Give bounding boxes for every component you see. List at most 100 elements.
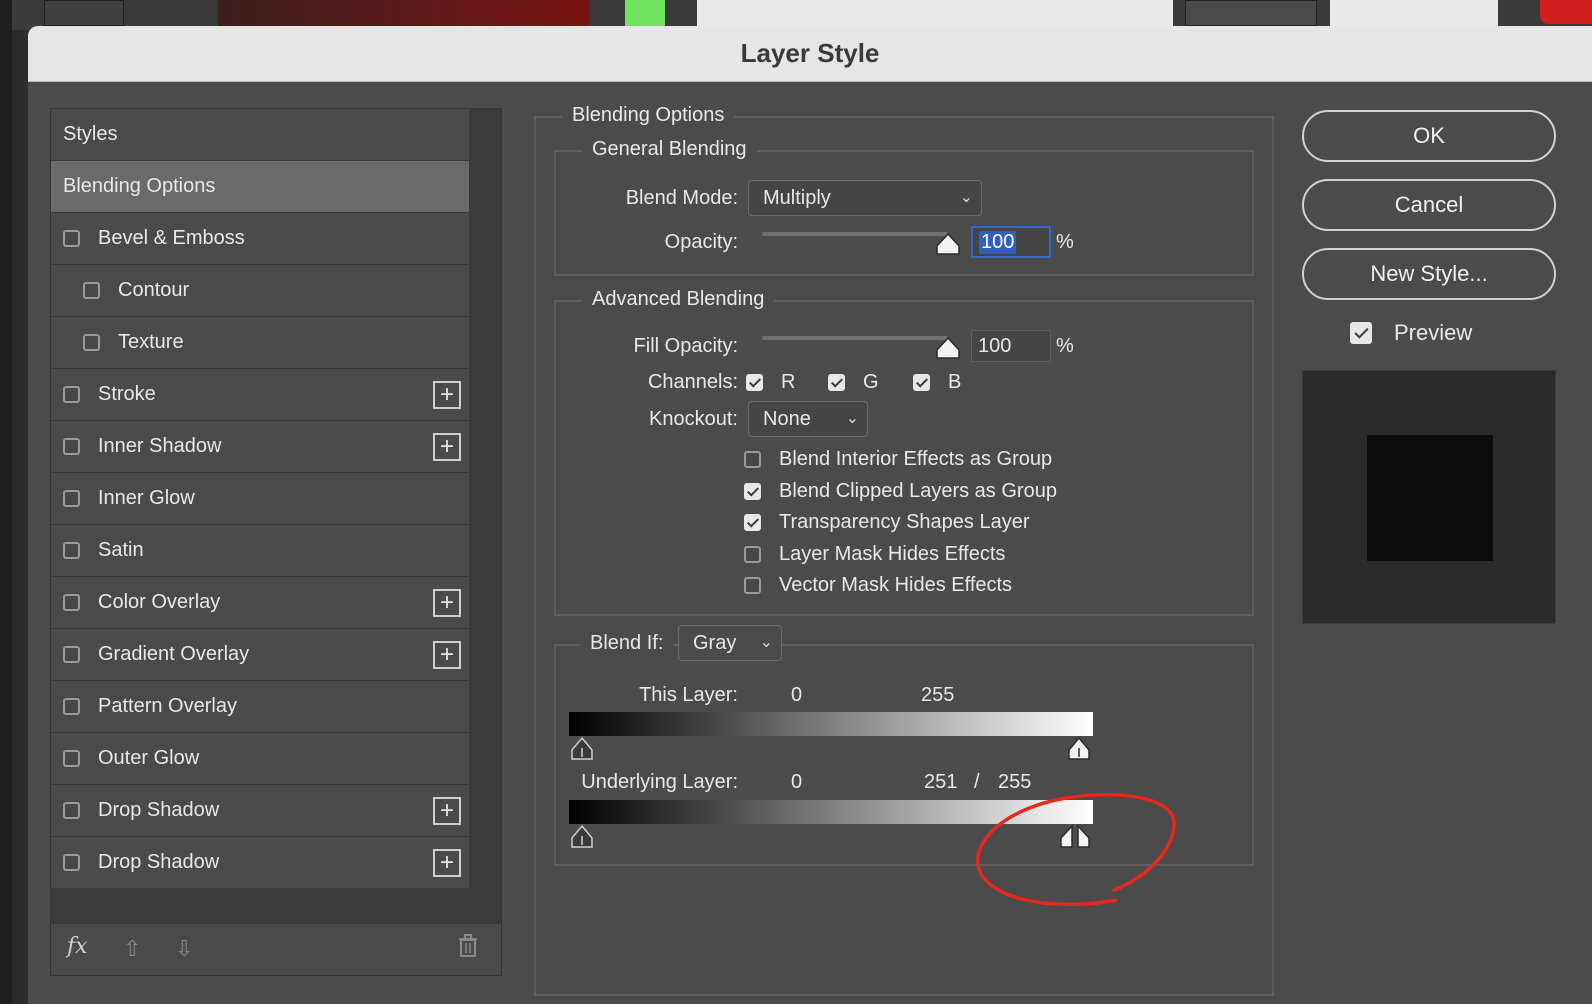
channel-b-checkbox[interactable] [913, 374, 930, 391]
add-effect-button[interactable]: + [433, 797, 461, 825]
arrow-up-icon[interactable]: ⇧ [123, 936, 141, 962]
ok-button[interactable]: OK [1302, 110, 1556, 162]
chevron-down-icon: ⌄ [959, 189, 973, 206]
blend-mode-dropdown[interactable]: Multiply ⌄ [748, 180, 982, 216]
style-item-label: Color Overlay [98, 591, 221, 613]
style-item-label: Bevel & Emboss [98, 227, 245, 249]
style-item-blending-options[interactable]: Blending Options [51, 161, 469, 213]
plus-icon: + [439, 849, 454, 876]
style-item-checkbox[interactable] [63, 438, 80, 455]
bg-layers-thumb [1185, 0, 1317, 26]
channel-g-checkbox[interactable] [828, 374, 845, 391]
style-item[interactable]: Satin [51, 525, 469, 577]
styles-header[interactable]: Styles [51, 109, 469, 161]
opacity-value: 100 [979, 230, 1017, 254]
styles-header-label: Styles [63, 123, 118, 145]
plus-icon: + [439, 433, 454, 460]
style-item-checkbox[interactable] [63, 594, 80, 611]
dialog-titlebar[interactable]: Layer Style [28, 26, 1592, 82]
styles-scrollbar[interactable] [469, 109, 501, 923]
advanced-option[interactable]: Transparency Shapes Layer [744, 511, 1030, 534]
trash-icon[interactable] [457, 934, 479, 964]
advanced-option[interactable]: Blend Interior Effects as Group [744, 448, 1052, 471]
channel-b[interactable]: B [913, 371, 961, 394]
style-item[interactable]: Inner Glow [51, 473, 469, 525]
fill-opacity-input[interactable]: 100 [971, 330, 1051, 362]
channel-r-checkbox[interactable] [746, 374, 763, 391]
add-effect-button[interactable]: + [433, 589, 461, 617]
style-item[interactable]: Bevel & Emboss [51, 213, 469, 265]
advanced-option-checkbox[interactable] [744, 482, 761, 500]
opacity-slider[interactable] [762, 232, 948, 236]
style-item-checkbox[interactable] [63, 750, 80, 767]
knockout-dropdown[interactable]: None ⌄ [748, 401, 868, 437]
style-item-label: Outer Glow [98, 747, 200, 769]
advanced-option-label: Vector Mask Hides Effects [779, 574, 1013, 596]
underlying-layer-label: Underlying Layer: [581, 771, 738, 793]
style-item-checkbox[interactable] [63, 490, 80, 507]
this-layer-label: This Layer: [639, 684, 738, 706]
add-effect-button[interactable]: + [433, 381, 461, 409]
plus-icon: + [439, 589, 454, 616]
channel-g[interactable]: G [828, 371, 879, 394]
cancel-button[interactable]: Cancel [1302, 179, 1556, 231]
advanced-option-checkbox[interactable] [744, 514, 761, 531]
chevron-down-icon: ⌄ [759, 634, 773, 651]
style-item-label: Satin [98, 539, 144, 561]
advanced-option-checkbox[interactable] [744, 577, 761, 594]
style-item[interactable]: Stroke + [51, 369, 469, 421]
style-item[interactable]: Drop Shadow + [51, 785, 469, 837]
blend-if-dropdown[interactable]: Gray ⌄ [678, 625, 782, 661]
advanced-option[interactable]: Blend Clipped Layers as Group [744, 480, 1057, 503]
this-layer-black-slider[interactable] [569, 736, 595, 762]
knockout-label: Knockout: [649, 408, 738, 430]
opacity-slider-thumb[interactable] [935, 232, 961, 256]
style-item-checkbox[interactable] [63, 646, 80, 663]
preview-thumbnail [1302, 370, 1556, 624]
style-item[interactable]: Contour [51, 265, 469, 317]
style-item-checkbox[interactable] [63, 386, 80, 403]
advanced-option-checkbox[interactable] [744, 545, 761, 563]
channel-b-label: B [948, 371, 962, 393]
style-item[interactable]: Gradient Overlay + [51, 629, 469, 681]
underlying-layer-low: 0 [791, 771, 803, 793]
knockout-value: None [763, 407, 811, 430]
add-effect-button[interactable]: + [433, 433, 461, 461]
this-layer-gradient[interactable] [569, 712, 1093, 736]
preview-toggle[interactable]: Preview [1350, 320, 1472, 346]
opacity-input[interactable]: 100 [971, 226, 1051, 258]
add-effect-button[interactable]: + [433, 849, 461, 877]
style-item-checkbox[interactable] [83, 282, 100, 299]
style-item-checkbox[interactable] [63, 230, 80, 247]
preview-checkbox[interactable] [1350, 322, 1372, 344]
style-item[interactable]: Inner Shadow + [51, 421, 469, 473]
layer-style-dialog: Layer Style Styles Blending Options Beve… [28, 26, 1592, 1004]
underlying-layer-black-slider[interactable] [569, 824, 595, 850]
arrow-down-icon[interactable]: ⇩ [175, 936, 193, 962]
fill-opacity-slider-thumb[interactable] [935, 336, 961, 360]
style-item-checkbox[interactable] [63, 854, 80, 871]
advanced-option[interactable]: Layer Mask Hides Effects [744, 543, 1005, 566]
style-item-label: Inner Shadow [98, 435, 222, 457]
style-item[interactable]: Color Overlay + [51, 577, 469, 629]
fill-opacity-slider[interactable] [762, 336, 948, 340]
style-item-checkbox[interactable] [63, 802, 80, 819]
style-item-checkbox[interactable] [63, 542, 80, 559]
style-item[interactable]: Drop Shadow + [51, 837, 469, 889]
advanced-option[interactable]: Vector Mask Hides Effects [744, 574, 1012, 597]
fx-menu-button[interactable]: fx [67, 934, 88, 959]
plus-icon: + [439, 797, 454, 824]
style-item[interactable]: Pattern Overlay [51, 681, 469, 733]
bg-canvas-area [697, 0, 1173, 26]
style-item-checkbox[interactable] [83, 334, 100, 351]
channel-r[interactable]: R [746, 371, 795, 394]
style-item[interactable]: Outer Glow [51, 733, 469, 785]
style-item[interactable]: Texture [51, 317, 469, 369]
style-item-label: Inner Glow [98, 487, 195, 509]
advanced-option-checkbox[interactable] [744, 451, 761, 468]
style-item-checkbox[interactable] [63, 698, 80, 715]
add-effect-button[interactable]: + [433, 641, 461, 669]
advanced-option-label: Blend Interior Effects as Group [779, 448, 1053, 470]
this-layer-white-slider[interactable] [1066, 736, 1092, 762]
new-style-button[interactable]: New Style... [1302, 248, 1556, 300]
